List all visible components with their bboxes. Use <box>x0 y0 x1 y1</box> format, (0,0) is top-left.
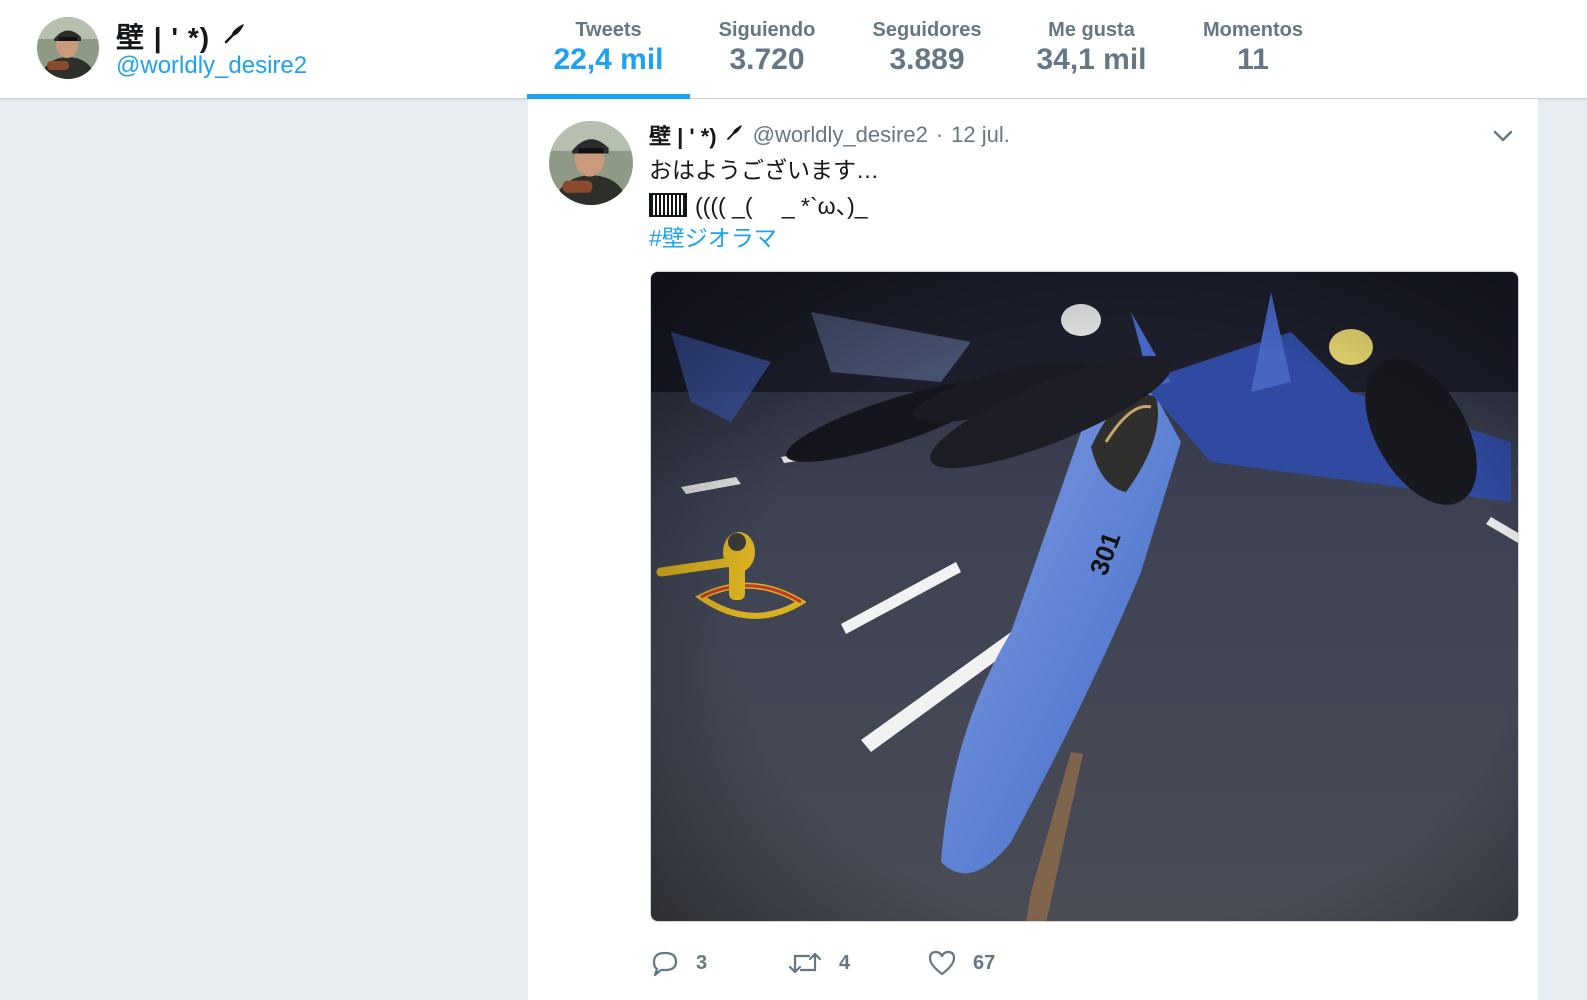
retweet-count: 4 <box>839 951 851 974</box>
tweet-avatar[interactable] <box>549 121 633 205</box>
tweet-text-line-2: (((( _( _ *`ω、)_ <box>649 187 868 221</box>
stat-value: 3.720 <box>729 43 805 76</box>
like-count: 67 <box>973 951 996 974</box>
profile-name-text: 壁 | ' *) <box>116 22 211 53</box>
feather-icon <box>222 20 248 53</box>
profile-nav-bar: 壁 | ' *) @worldly_desire2 Tweets 22,4 mi… <box>0 0 1587 99</box>
chevron-down-icon[interactable] <box>1490 123 1516 149</box>
stat-tweets[interactable]: Tweets 22,4 mil <box>527 0 690 99</box>
stat-value: 34,1 mil <box>1036 43 1147 76</box>
stat-followers[interactable]: Seguidores 3.889 <box>844 0 1010 99</box>
tweet-separator: · <box>935 122 944 147</box>
feather-icon <box>725 122 745 148</box>
tweet-text-line-1: おはようございます… <box>649 157 879 183</box>
like-icon <box>927 948 957 978</box>
tweet-author-name[interactable]: 壁 | ' *) <box>649 119 717 151</box>
profile-name[interactable]: 壁 | ' *) <box>116 16 248 56</box>
stat-moments[interactable]: Momentos 11 <box>1173 0 1333 99</box>
retweet-icon <box>787 948 823 978</box>
tweet-text-emoticon: (((( _( _ *`ω、)_ <box>695 193 868 219</box>
stat-label: Me gusta <box>1048 19 1135 41</box>
tweet-header: 壁 | ' *) @worldly_desire2 · 12 jul. <box>649 119 1010 151</box>
tweet-hashtag-link[interactable]: #壁ジオラマ <box>649 219 777 253</box>
block-glyphs <box>649 193 687 217</box>
stat-label: Momentos <box>1203 19 1303 41</box>
tweet-timestamp[interactable]: 12 jul. <box>951 122 1010 148</box>
like-button[interactable]: 67 <box>927 948 995 978</box>
timeline-column: 壁 | ' *) @worldly_desire2 · 12 jul. おはよう… <box>528 99 1538 1000</box>
stat-label: Tweets <box>575 19 642 41</box>
tweet-author-handle[interactable]: @worldly_desire2 <box>753 122 928 148</box>
profile-avatar[interactable] <box>37 17 99 79</box>
tweet-actions: 3 4 67 <box>650 943 995 983</box>
stat-label: Seguidores <box>872 19 982 41</box>
stat-value: 11 <box>1237 43 1269 76</box>
tweet-card[interactable]: 壁 | ' *) @worldly_desire2 · 12 jul. おはよう… <box>528 99 1538 1000</box>
profile-handle[interactable]: @worldly_desire2 <box>116 52 307 80</box>
profile-stats: Tweets 22,4 mil Siguiendo 3.720 Seguidor… <box>527 0 1333 99</box>
stat-label: Siguiendo <box>718 19 816 41</box>
stat-value: 22,4 mil <box>553 43 664 76</box>
stat-following[interactable]: Siguiendo 3.720 <box>690 0 844 99</box>
stat-likes[interactable]: Me gusta 34,1 mil <box>1010 0 1173 99</box>
reply-count: 3 <box>696 951 708 974</box>
tweet-media-image[interactable]: 301 <box>650 271 1519 922</box>
stat-value: 3.889 <box>889 43 965 76</box>
retweet-button[interactable]: 4 <box>787 948 927 978</box>
reply-button[interactable]: 3 <box>650 948 787 978</box>
reply-icon <box>650 948 680 978</box>
